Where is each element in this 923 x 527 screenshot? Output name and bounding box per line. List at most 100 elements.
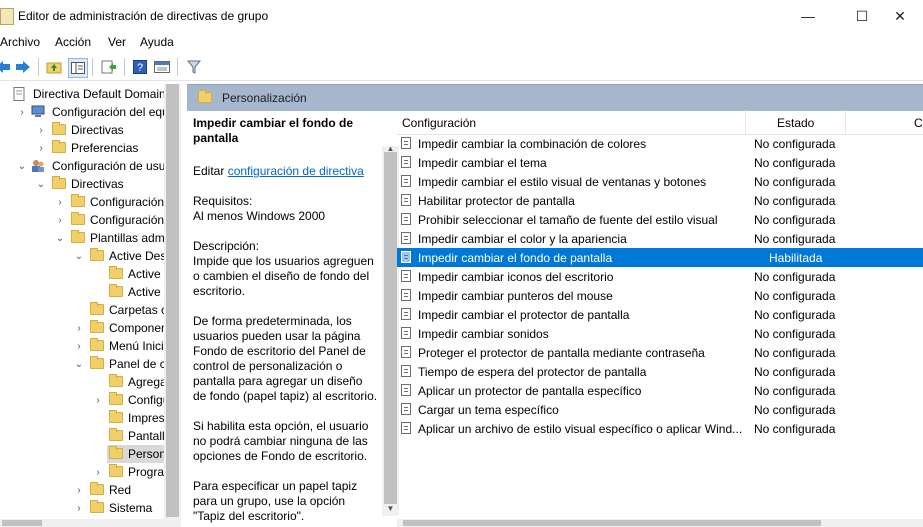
- policy-setting-icon: [401, 232, 411, 244]
- expand-chevron-icon[interactable]: ›: [55, 211, 65, 229]
- list-horizontal-scrollbar[interactable]: [397, 519, 923, 527]
- export-list-icon[interactable]: [100, 58, 118, 76]
- tree-item[interactable]: ⌄ Active Deskto: [0, 247, 164, 265]
- forward-arrow-icon[interactable]: [14, 58, 32, 76]
- window-title: Editor de administración de directivas d…: [18, 9, 269, 23]
- setting-row[interactable]: Impedir cambiar el color y la apariencia…: [397, 229, 923, 248]
- setting-name: Aplicar un protector de pantalla específ…: [418, 384, 642, 398]
- show-hide-tree-icon[interactable]: [68, 58, 88, 78]
- tree-item-label: Panel de cont: [109, 357, 164, 371]
- filter-icon[interactable]: [185, 58, 203, 76]
- setting-row[interactable]: Impedir cambiar punteros del mouse No con…: [397, 286, 923, 305]
- setting-row[interactable]: Aplicar un archivo de estilo visual espe…: [397, 419, 923, 438]
- expand-chevron-icon[interactable]: ›: [74, 319, 84, 337]
- expand-chevron-icon[interactable]: ›: [36, 121, 46, 139]
- tree-item[interactable]: › Configuración de: [0, 193, 164, 211]
- setting-row[interactable]: Cargar un tema específico No configurada: [397, 400, 923, 419]
- up-folder-icon[interactable]: [45, 58, 63, 76]
- description-paragraph-1: De forma predeterminada, los usuarios pu…: [193, 314, 378, 403]
- setting-name: Tiempo de espera del protector de pantal…: [418, 365, 647, 379]
- tree-item[interactable]: › Configura: [0, 391, 164, 409]
- menu-archivo[interactable]: Archivo: [0, 35, 40, 49]
- close-button[interactable]: ✕: [877, 0, 923, 32]
- description-paragraph-3: Para especificar un papel tapiz para un …: [193, 479, 358, 523]
- setting-row[interactable]: Impedir cambiar el tema No configurada: [397, 153, 923, 172]
- tree-item[interactable]: › Red: [0, 481, 164, 499]
- tree-item[interactable]: Active Des: [0, 265, 164, 283]
- collapse-chevron-icon[interactable]: ⌄: [36, 175, 46, 193]
- menu-ayuda[interactable]: Ayuda: [140, 35, 174, 49]
- tree-vertical-scrollbar[interactable]: [164, 84, 181, 521]
- expand-chevron-icon[interactable]: ›: [36, 139, 46, 157]
- expand-chevron-icon[interactable]: ›: [74, 337, 84, 355]
- setting-name: Impedir cambiar el protector de pantalla: [418, 308, 630, 322]
- menu-accion[interactable]: Acción: [55, 35, 91, 49]
- minimize-button[interactable]: —: [785, 0, 831, 32]
- settings-list: Configuración Estado C Impedir cambiar l…: [397, 110, 923, 527]
- tree-item[interactable]: › Directivas: [0, 121, 164, 139]
- column-header-setting[interactable]: Configuración: [402, 116, 476, 130]
- back-arrow-icon[interactable]: [0, 58, 12, 76]
- setting-row[interactable]: Habilitar protector de pantalla No config…: [397, 191, 923, 210]
- setting-state: No configurada: [754, 308, 836, 322]
- tree-item[interactable]: Directiva Default Domain Co: [0, 85, 164, 103]
- setting-row[interactable]: Impedir cambiar la combinación de colore…: [397, 134, 923, 153]
- policy-setting-icon: [401, 327, 411, 339]
- description-text: Impide que los usuarios agreguen o cambi…: [193, 254, 374, 298]
- folder-icon: [109, 284, 123, 297]
- setting-name: Impedir cambiar el fondo de pantalla: [418, 251, 613, 265]
- tree-horizontal-scrollbar[interactable]: [0, 519, 181, 527]
- tree-item[interactable]: › Sistema: [0, 499, 164, 517]
- setting-row[interactable]: Proteger el protector de pantalla median…: [397, 343, 923, 362]
- tree-item[interactable]: Active Dire: [0, 283, 164, 301]
- policy-setting-icon: [401, 270, 411, 282]
- tree-item[interactable]: Agregar o: [0, 373, 164, 391]
- collapse-chevron-icon[interactable]: ⌄: [74, 247, 84, 265]
- tree-item[interactable]: › Menú Inicio y: [0, 337, 164, 355]
- tree-item[interactable]: ⌄ Panel de cont: [0, 355, 164, 373]
- collapse-chevron-icon[interactable]: ⌄: [17, 157, 27, 175]
- tree-item[interactable]: Personaliz: [107, 445, 164, 463]
- expand-chevron-icon[interactable]: ›: [93, 463, 103, 481]
- tree-item[interactable]: › Configuración del equipo: [0, 103, 164, 121]
- tree-item[interactable]: › Componentes: [0, 319, 164, 337]
- tree-item[interactable]: › Preferencias: [0, 139, 164, 157]
- column-header-state[interactable]: Estado: [777, 116, 814, 130]
- expand-chevron-icon[interactable]: ›: [93, 391, 103, 409]
- setting-row[interactable]: Impedir cambiar el protector de pantalla…: [397, 305, 923, 324]
- setting-row[interactable]: Tiempo de espera del protector de pantal…: [397, 362, 923, 381]
- setting-row[interactable]: Prohibir seleccionar el tamaño de fuente…: [397, 210, 923, 229]
- setting-row[interactable]: Impedir cambiar el fondo de pantalla Habi…: [397, 248, 923, 267]
- setting-name: Cargar un tema específico: [418, 403, 559, 417]
- setting-name: Impedir cambiar la combinación de colore…: [418, 137, 647, 151]
- folder-icon: [90, 302, 104, 315]
- tree-item[interactable]: Carpetas com: [0, 301, 164, 319]
- tree-item[interactable]: ⌄ Directivas: [0, 175, 164, 193]
- menu-ver[interactable]: Ver: [108, 35, 126, 49]
- expand-chevron-icon[interactable]: ›: [74, 481, 84, 499]
- folder-icon: [109, 446, 123, 459]
- collapse-chevron-icon[interactable]: ⌄: [55, 229, 65, 247]
- tree-item[interactable]: ⌄ Configuración de usuario: [0, 157, 164, 175]
- tree-item[interactable]: ⌄ Plantillas adminis: [0, 229, 164, 247]
- tree-item[interactable]: Pantalla: [0, 427, 164, 445]
- tree-item-label: Directivas: [71, 123, 124, 137]
- collapse-chevron-icon[interactable]: ⌄: [74, 355, 84, 373]
- setting-state: Habilitada: [769, 251, 823, 265]
- setting-row[interactable]: Aplicar un protector de pantalla específ…: [397, 381, 923, 400]
- expand-chevron-icon[interactable]: ›: [55, 193, 65, 211]
- edit-policy-link[interactable]: configuración de directiva: [228, 164, 364, 178]
- tree-item[interactable]: › Programas: [0, 463, 164, 481]
- tree-item[interactable]: › Configuración de: [0, 211, 164, 229]
- tree-item[interactable]: Impresora: [0, 409, 164, 427]
- column-header-comment[interactable]: C: [914, 116, 923, 130]
- help-icon[interactable]: ?: [131, 58, 149, 76]
- setting-row[interactable]: Impedir cambiar iconos del escritorio No …: [397, 267, 923, 286]
- expand-chevron-icon[interactable]: ›: [17, 103, 27, 121]
- expand-chevron-icon[interactable]: ›: [74, 499, 84, 517]
- setting-row[interactable]: Impedir cambiar el estilo visual de vent…: [397, 172, 923, 191]
- setting-state: No configurada: [754, 137, 836, 151]
- setting-row[interactable]: Impedir cambiar sonidos No configurada: [397, 324, 923, 343]
- properties-icon[interactable]: [153, 58, 171, 76]
- folder-icon: [109, 266, 123, 279]
